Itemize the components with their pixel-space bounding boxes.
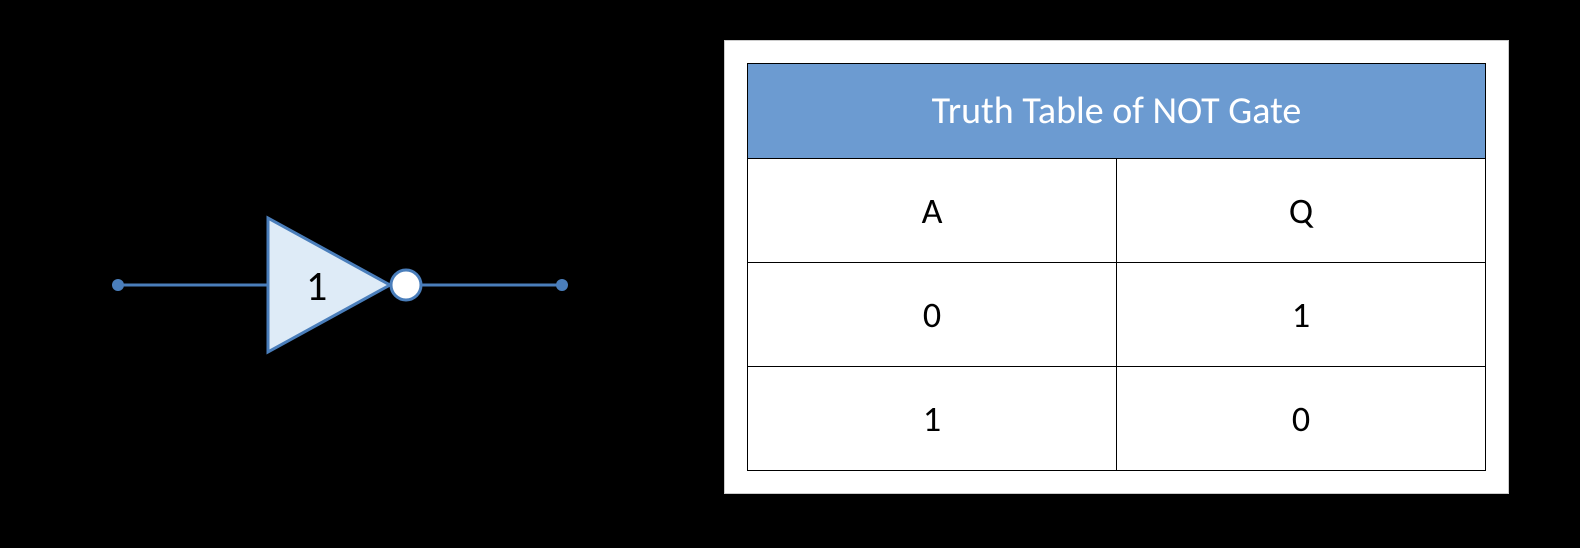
table-row: A Q (748, 159, 1486, 263)
col-header-Q: Q (1117, 159, 1486, 263)
not-gate-diagram: 1 (110, 210, 570, 360)
cell-Q-1: 0 (1117, 367, 1486, 471)
gate-symbol-label: 1 (306, 261, 327, 312)
truth-table-title: Truth Table of NOT Gate (748, 64, 1486, 159)
truth-table: Truth Table of NOT Gate A Q 0 1 1 0 (747, 63, 1486, 471)
not-gate-svg: 1 (110, 210, 570, 360)
truth-table-card: Truth Table of NOT Gate A Q 0 1 1 0 (724, 40, 1509, 494)
table-row: 1 0 (748, 367, 1486, 471)
cell-A-0: 0 (748, 263, 1117, 367)
output-node-dot-icon (556, 279, 568, 291)
input-node-dot-icon (112, 279, 124, 291)
cell-Q-0: 1 (1117, 263, 1486, 367)
inversion-bubble-icon (391, 270, 421, 300)
inverter-triangle-icon (268, 218, 390, 352)
table-row: 0 1 (748, 263, 1486, 367)
cell-A-1: 1 (748, 367, 1117, 471)
col-header-A: A (748, 159, 1117, 263)
